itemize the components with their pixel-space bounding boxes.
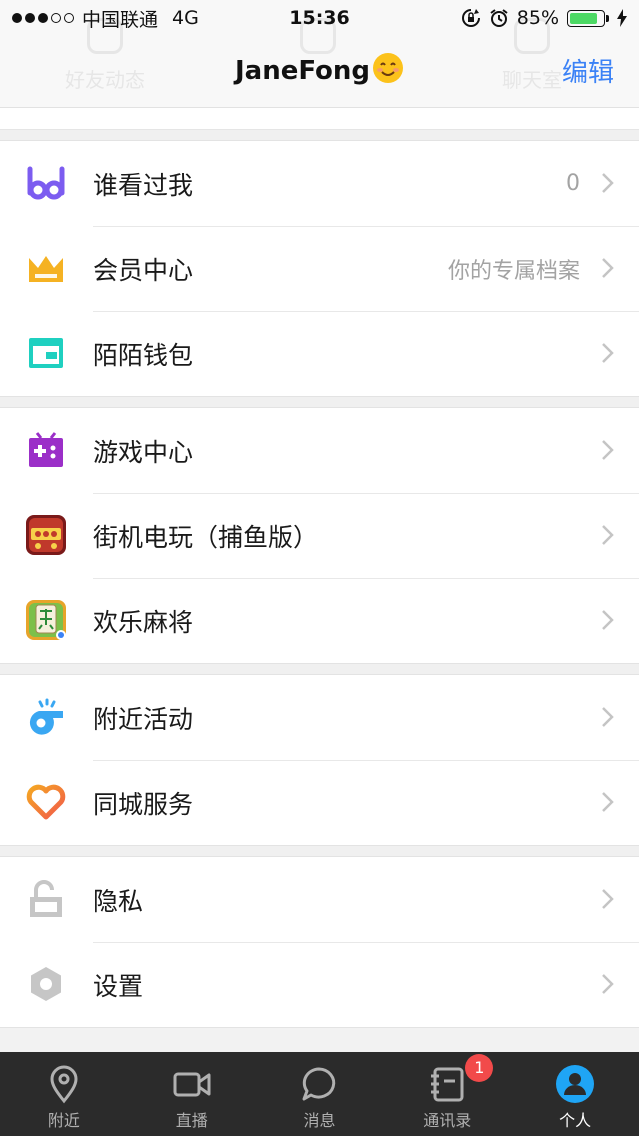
menu-item-nearby-events[interactable]: 附近活动 (0, 675, 639, 760)
menu-item-vip-center[interactable]: 会员中心 你的专属档案 (0, 226, 639, 311)
video-camera-icon (173, 1072, 211, 1097)
user-name: JaneFong (234, 56, 371, 86)
mahjong-icon (26, 600, 66, 640)
battery-icon (567, 9, 609, 27)
rotation-lock-icon (461, 9, 480, 27)
menu-item-wallet[interactable]: 陌陌钱包 (0, 311, 639, 396)
battery-percent: 85% (516, 7, 559, 29)
gamepad-icon (29, 432, 63, 467)
menu-label: 街机电玩（捕鱼版） (93, 522, 319, 552)
menu-item-mahjong[interactable]: 欢乐麻将 (0, 578, 639, 663)
chat-bubble-icon (302, 1067, 336, 1101)
glasses-icon (27, 166, 65, 200)
tab-label: 消息 (303, 1111, 336, 1130)
menu-label: 隐私 (93, 886, 144, 916)
menu-item-settings[interactable]: 设置 (0, 942, 639, 1027)
menu-group-account: 谁看过我 0 会员中心 你的专属档案 陌陌钱包 (0, 140, 639, 397)
person-avatar-icon (556, 1065, 595, 1103)
menu-item-arcade[interactable]: 街机电玩（捕鱼版） (0, 493, 639, 578)
tab-profile[interactable]: 个人 (511, 1052, 639, 1136)
tab-label: 通讯录 (423, 1111, 472, 1130)
bottom-tab-bar: 附近 直播 消息 通讯录 1 个人 (0, 1052, 639, 1136)
tab-contacts[interactable]: 通讯录 1 (383, 1052, 511, 1136)
menu-label: 附近活动 (93, 704, 194, 734)
menu-label: 游戏中心 (93, 437, 194, 467)
hexagon-gear-icon (31, 967, 61, 1001)
wallet-icon (29, 338, 63, 368)
chevron-right-icon (602, 707, 614, 727)
smile-emoji-icon (373, 53, 404, 83)
menu-label: 欢乐麻将 (93, 607, 194, 637)
chevron-right-icon (602, 792, 614, 812)
notification-badge: 1 (465, 1054, 494, 1082)
menu-group-system: 隐私 设置 (0, 856, 639, 1028)
chevron-right-icon (602, 343, 614, 363)
tab-label: 直播 (175, 1111, 208, 1130)
page-title: JaneFong (0, 52, 639, 86)
charging-bolt-icon (617, 9, 627, 27)
menu-item-game-center[interactable]: 游戏中心 (0, 408, 639, 493)
tab-nearby[interactable]: 附近 (0, 1052, 128, 1136)
chevron-right-icon (602, 440, 614, 460)
vip-subtitle: 你的专属档案 (447, 258, 580, 284)
menu-group-local: 附近活动 同城服务 (0, 674, 639, 846)
menu-label: 陌陌钱包 (93, 340, 194, 370)
chevron-right-icon (602, 974, 614, 994)
chevron-right-icon (602, 610, 614, 630)
menu-group-games: 游戏中心 街机电玩（捕鱼版） 欢乐麻将 (0, 407, 639, 664)
tab-messages[interactable]: 消息 (256, 1052, 384, 1136)
menu-label: 谁看过我 (93, 170, 194, 200)
arcade-game-icon (26, 515, 66, 555)
menu-label: 会员中心 (93, 255, 194, 285)
profile-menu: 谁看过我 0 会员中心 你的专属档案 陌陌钱包 游戏中心 街机电玩（捕鱼版） 欢… (0, 108, 639, 1028)
menu-item-privacy[interactable]: 隐私 (0, 857, 639, 942)
whistle-icon (29, 698, 64, 735)
location-pin-icon (50, 1065, 78, 1104)
menu-label: 同城服务 (93, 789, 194, 819)
crown-icon (29, 256, 63, 282)
menu-item-city-services[interactable]: 同城服务 (0, 760, 639, 845)
signal-strength-icon (12, 13, 74, 23)
tab-label: 个人 (559, 1111, 592, 1130)
chevron-right-icon (602, 173, 614, 193)
lock-icon (30, 880, 62, 917)
edit-button[interactable]: 编辑 (562, 52, 614, 89)
chevron-right-icon (602, 258, 614, 278)
tab-label: 附近 (47, 1111, 80, 1130)
chevron-right-icon (602, 525, 614, 545)
tab-live[interactable]: 直播 (128, 1052, 256, 1136)
status-bar: 中国联通 4G 15:36 85% (0, 0, 639, 36)
alarm-icon (490, 9, 508, 27)
address-book-icon (431, 1067, 464, 1102)
carrier-label: 中国联通 (82, 8, 159, 31)
network-label: 4G (172, 7, 199, 29)
chevron-right-icon (602, 889, 614, 909)
viewer-count: 0 (566, 171, 580, 196)
heart-icon (26, 784, 66, 820)
menu-label: 设置 (93, 971, 144, 1001)
menu-item-who-viewed-me[interactable]: 谁看过我 0 (0, 141, 639, 226)
